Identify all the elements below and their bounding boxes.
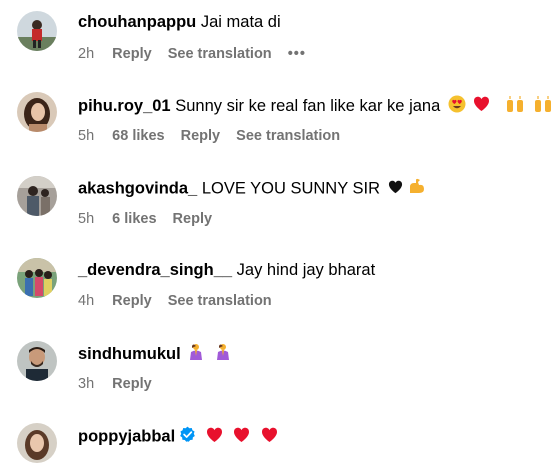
comment-username[interactable]: sindhumukul bbox=[78, 345, 181, 363]
comment-body: LOVE YOU SUNNY SIR bbox=[201, 179, 381, 198]
reply-button[interactable]: Reply bbox=[173, 211, 213, 227]
raising-hands-emoji bbox=[533, 95, 553, 118]
reply-button[interactable]: Reply bbox=[112, 46, 152, 62]
comment-username[interactable]: _devendra_singh__ bbox=[78, 261, 232, 279]
comment-meta: 5h 68 likes Reply See translation bbox=[78, 127, 352, 145]
comment-meta: 4h Reply See translation bbox=[78, 292, 284, 310]
see-translation-button[interactable]: See translation bbox=[236, 128, 340, 144]
comment-text-line: chouhanpappu Jai mata di bbox=[78, 12, 281, 32]
avatar[interactable] bbox=[17, 176, 57, 216]
comment-text-line: akashgovinda_ LOVE YOU SUNNY SIR bbox=[78, 178, 426, 200]
heart-eyes-emoji bbox=[448, 95, 466, 118]
comment-text-line: sindhumukul bbox=[78, 343, 231, 366]
red-heart-emoji bbox=[261, 427, 278, 448]
comment-username[interactable]: pihu.roy_01 bbox=[78, 97, 171, 115]
comment-username[interactable]: poppyjabbal bbox=[78, 427, 175, 445]
avatar[interactable] bbox=[17, 341, 57, 381]
comment-text-line: poppyjabbal bbox=[78, 426, 278, 448]
see-translation-button[interactable]: See translation bbox=[168, 46, 272, 62]
verified-badge-icon bbox=[179, 426, 196, 448]
comment-body: Sunny sir ke real fan like kar ke jana bbox=[175, 96, 441, 115]
likes-count[interactable]: 6 likes bbox=[112, 211, 156, 227]
comment-meta: 3h Reply bbox=[78, 375, 164, 393]
comment-username[interactable]: akashgovinda_ bbox=[78, 179, 197, 197]
comment-text-line: pihu.roy_01 Sunny sir ke real fan like k… bbox=[78, 95, 553, 118]
comment-meta: 5h 6 likes Reply bbox=[78, 210, 224, 228]
flexed-biceps-emoji bbox=[408, 178, 426, 200]
comment-text-line: _devendra_singh__ Jay hind jay bharat bbox=[78, 260, 375, 280]
see-translation-button[interactable]: See translation bbox=[168, 293, 272, 309]
comment-body: Jay hind jay bharat bbox=[236, 261, 376, 279]
avatar[interactable] bbox=[17, 11, 57, 51]
avatar[interactable] bbox=[17, 258, 57, 298]
comment-username[interactable]: chouhanpappu bbox=[78, 13, 196, 31]
avatar[interactable] bbox=[17, 92, 57, 132]
likes-count[interactable]: 68 likes bbox=[112, 128, 164, 144]
comment-time[interactable]: 5h bbox=[78, 128, 94, 144]
comment-time[interactable]: 3h bbox=[78, 376, 94, 392]
comment-body: Jai mata di bbox=[200, 13, 281, 31]
more-options-icon[interactable]: ••• bbox=[288, 46, 306, 62]
raising-hands-emoji bbox=[505, 95, 525, 118]
black-heart-emoji bbox=[388, 179, 403, 199]
red-heart-emoji bbox=[206, 427, 223, 448]
person-praying-emoji bbox=[215, 343, 231, 366]
person-praying-emoji bbox=[188, 343, 204, 366]
red-heart-emoji bbox=[233, 427, 250, 448]
comment-meta: 2h Reply See translation ••• bbox=[78, 45, 318, 63]
avatar[interactable] bbox=[17, 423, 57, 463]
red-heart-emoji bbox=[473, 96, 490, 117]
reply-button[interactable]: Reply bbox=[112, 293, 152, 309]
comment-time[interactable]: 5h bbox=[78, 211, 94, 227]
reply-button[interactable]: Reply bbox=[181, 128, 221, 144]
reply-button[interactable]: Reply bbox=[112, 376, 152, 392]
comment-time[interactable]: 2h bbox=[78, 46, 94, 62]
comment-time[interactable]: 4h bbox=[78, 293, 94, 309]
